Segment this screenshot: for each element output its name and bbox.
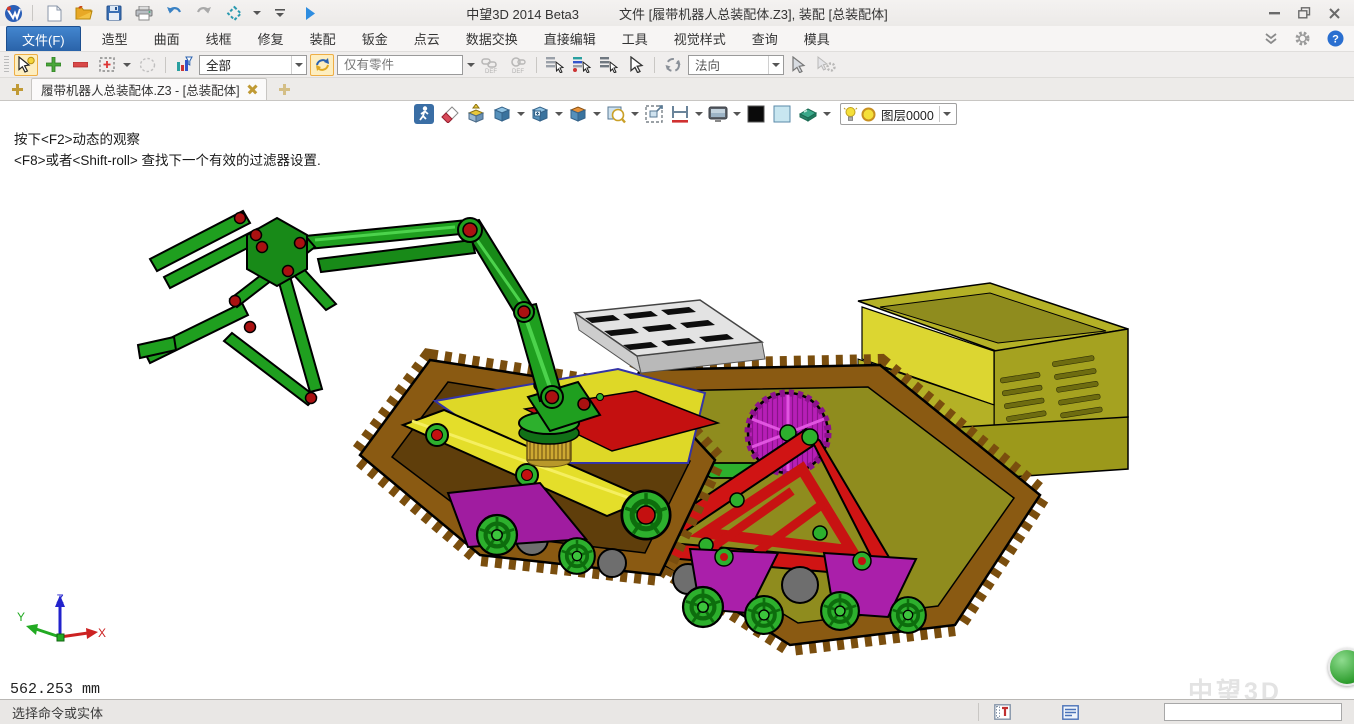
selection-scope-combobox[interactable]: 全部 [199, 55, 307, 75]
select-filter-button[interactable] [14, 54, 38, 76]
divider [654, 57, 655, 73]
pick-last-list-icon[interactable] [543, 54, 567, 76]
watermark: 中望3D [1188, 672, 1282, 699]
pick-options-icon[interactable] [814, 54, 838, 76]
document-tab-active[interactable]: 履带机器人总装配体.Z3 - [总装配体] [31, 78, 267, 100]
view-orient-button[interactable] [222, 2, 246, 24]
new-file-button[interactable] [42, 2, 66, 24]
menu-direct-edit[interactable]: 直接编辑 [531, 26, 609, 51]
pick-list-filter-icon[interactable] [570, 54, 594, 76]
menu-assembly[interactable]: 装配 [297, 26, 349, 51]
svg-text:?: ? [1332, 34, 1339, 46]
coordinate-readout: 562.253 mm [10, 681, 100, 698]
menu-bar: 文件(F) 造型 曲面 线框 修复 装配 钣金 点云 数据交换 直接编辑 工具 … [0, 26, 1354, 52]
customize-quick-access-button[interactable] [268, 2, 292, 24]
part-vent-plate[interactable] [575, 300, 765, 373]
message-log-icon[interactable] [1058, 701, 1082, 723]
pick-target-icon[interactable] [787, 54, 811, 76]
document-tab-bar: 履带机器人总装配体.Z3 - [总装配体] [0, 78, 1354, 101]
pick-filter-dropdown[interactable] [466, 54, 476, 76]
document-info: 文件 [履带机器人总装配体.Z3], 装配 [总装配体] [619, 4, 888, 23]
close-button[interactable] [1326, 6, 1342, 20]
restore-button[interactable] [1296, 6, 1312, 20]
document-tab-label: 履带机器人总装配体.Z3 - [总装配体] [41, 80, 240, 99]
divider [978, 703, 979, 721]
open-file-button[interactable] [72, 2, 96, 24]
viewport-canvas[interactable]: 图层0000 按下<F2>动态的观察 <F8>或者<Shift-roll> 查找… [0, 101, 1354, 699]
status-message: 选择命令或实体 [12, 703, 103, 722]
redo-button[interactable] [192, 2, 216, 24]
lasso-select-icon[interactable] [135, 54, 159, 76]
orientation-value: 法向 [695, 55, 720, 74]
save-button[interactable] [102, 2, 126, 24]
divider [165, 57, 166, 73]
toolbar-manager-icon[interactable] [990, 701, 1014, 723]
divider [536, 57, 537, 73]
app-logo-icon [4, 4, 23, 23]
selection-scope-value: 全部 [206, 55, 231, 74]
settings-gear-icon[interactable] [1294, 30, 1311, 47]
axis-y-label: Y [17, 610, 25, 624]
selection-toolbar: 全部 DEF DEF 法向 [0, 52, 1354, 78]
minimize-button[interactable] [1266, 6, 1282, 20]
window-select-dropdown[interactable] [122, 54, 132, 76]
quick-access-toolbar [4, 2, 322, 24]
menu-shape[interactable]: 造型 [89, 26, 141, 51]
status-bar: 选择命令或实体 [0, 699, 1354, 724]
view-orient-dropdown[interactable] [252, 2, 262, 24]
assembly-model[interactable] [0, 101, 1354, 699]
collapse-ribbon-icon[interactable] [1264, 33, 1278, 44]
print-button[interactable] [132, 2, 156, 24]
toolbar-grip[interactable] [4, 56, 9, 74]
undo-button[interactable] [162, 2, 186, 24]
menu-pointcloud[interactable]: 点云 [401, 26, 453, 51]
axis-x-label: X [98, 626, 106, 640]
divider [32, 5, 33, 21]
orientation-combobox[interactable]: 法向 [688, 55, 784, 75]
menu-file[interactable]: 文件(F) [6, 26, 81, 51]
app-title: 中望3D 2014 Beta3 [466, 4, 579, 23]
menu-tools[interactable]: 工具 [609, 26, 661, 51]
part-gripper[interactable] [138, 211, 336, 405]
chain-pick-icon[interactable]: DEF [479, 54, 503, 76]
new-doc-tab-icon[interactable] [12, 84, 23, 95]
menu-mold[interactable]: 模具 [791, 26, 843, 51]
axis-z-label: Z [56, 593, 63, 606]
menu-sheetmetal[interactable]: 钣金 [349, 26, 401, 51]
svg-text:DEF: DEF [512, 69, 524, 74]
tab-close-icon[interactable] [248, 85, 257, 94]
reorient-icon[interactable] [661, 54, 685, 76]
axis-triad: Z X Y [16, 593, 112, 655]
remove-selection-icon[interactable] [68, 54, 92, 76]
svg-text:DEF: DEF [485, 69, 497, 74]
pick-all-list-icon[interactable] [597, 54, 621, 76]
loop-pick-icon[interactable]: DEF [506, 54, 530, 76]
menu-repair[interactable]: 修复 [245, 26, 297, 51]
menu-wireframe[interactable]: 线框 [193, 26, 245, 51]
add-selection-icon[interactable] [41, 54, 65, 76]
menu-data-exchange[interactable]: 数据交换 [453, 26, 531, 51]
add-tab-button[interactable] [279, 84, 290, 95]
status-input-box[interactable] [1164, 703, 1342, 721]
window-select-icon[interactable] [95, 54, 119, 76]
color-filter-icon[interactable] [172, 54, 196, 76]
help-icon[interactable]: ? [1327, 30, 1344, 47]
menu-inquire[interactable]: 查询 [739, 26, 791, 51]
title-bar: 中望3D 2014 Beta3 文件 [履带机器人总装配体.Z3], 装配 [总… [0, 0, 1354, 26]
pick-from-list-button[interactable] [310, 54, 334, 76]
pick-filter-input[interactable] [337, 55, 463, 75]
continue-icon[interactable] [298, 2, 322, 24]
pick-cursor-icon[interactable] [624, 54, 648, 76]
menu-surface[interactable]: 曲面 [141, 26, 193, 51]
window-controls [1266, 6, 1350, 20]
menu-visual-style[interactable]: 视觉样式 [661, 26, 739, 51]
